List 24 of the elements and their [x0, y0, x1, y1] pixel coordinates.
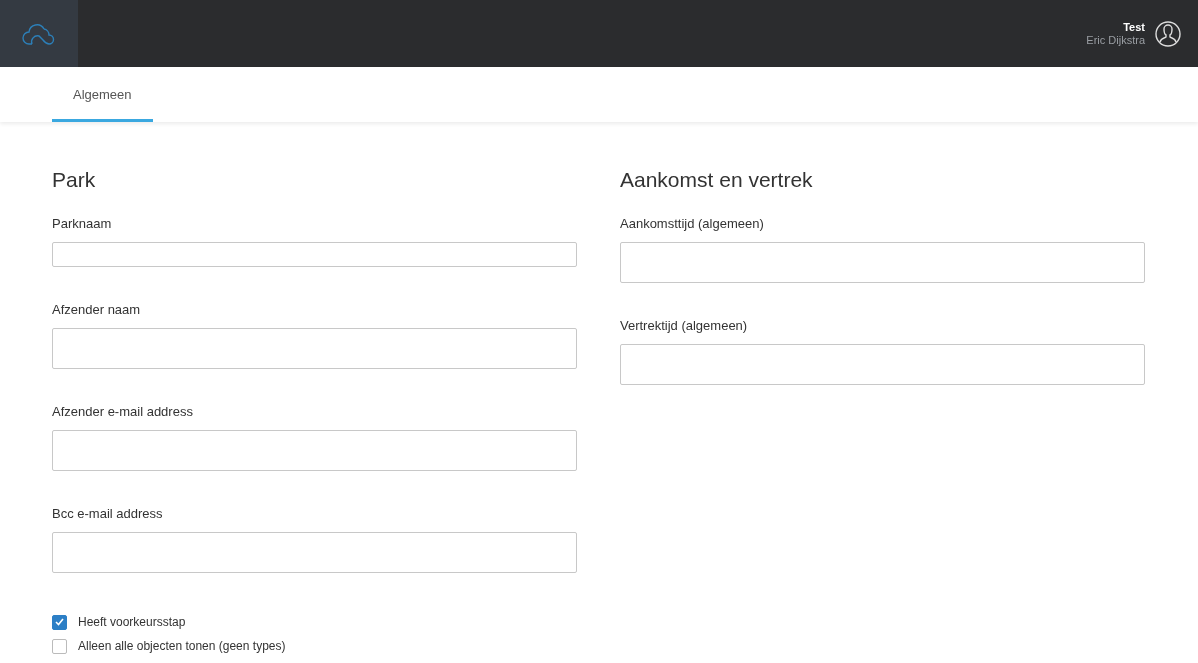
field-label: Afzender e-mail address [52, 404, 194, 420]
checkbox-label: Alleen alle objecten tonen (geen types) [78, 639, 286, 653]
field-label: Aankomsttijd (algemeen) [620, 216, 765, 232]
section-heading: Aankomst en vertrek [620, 167, 814, 193]
cloud-logo-icon [22, 22, 56, 45]
field-label: Vertrektijd (algemeen) [620, 318, 749, 334]
field-label: Bcc e-mail address [52, 506, 164, 522]
section-heading: Park [52, 167, 97, 193]
checkbox-label: Heeft voorkeursstap [78, 615, 186, 629]
text-field[interactable] [52, 532, 577, 573]
text-field[interactable] [52, 328, 577, 369]
text-field[interactable] [52, 430, 577, 471]
field-label: Parknaam [52, 216, 113, 232]
checkbox[interactable] [52, 614, 67, 630]
text-field[interactable] [620, 344, 1145, 385]
checkmark-icon [55, 618, 64, 626]
checkbox[interactable] [52, 638, 67, 654]
text-field[interactable] [52, 242, 577, 267]
account-name: Test [1123, 20, 1145, 34]
user-avatar-icon[interactable] [1155, 20, 1181, 47]
text-field[interactable] [620, 242, 1145, 283]
user-name: Eric Dijkstra [1086, 33, 1145, 47]
tab[interactable]: Algemeen [52, 67, 153, 122]
field-label: Afzender naam [52, 302, 142, 318]
